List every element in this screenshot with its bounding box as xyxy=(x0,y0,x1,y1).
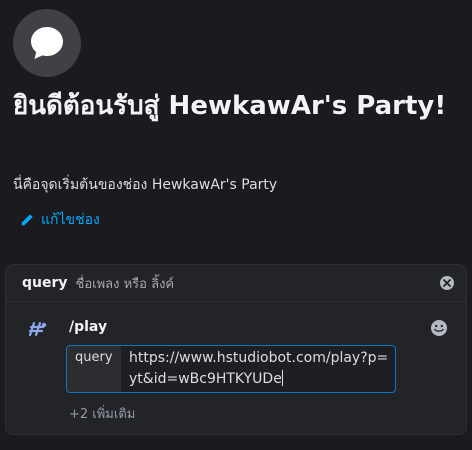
query-label: query xyxy=(67,346,121,392)
option-description: ชื่อเพลง หรือ ลิ้งค์ xyxy=(75,276,175,292)
channel-icon xyxy=(13,9,81,77)
text-cursor xyxy=(281,370,283,386)
slash-command-panel: query ชื่อเพลง หรือ ลิ้งค์ /play query h… xyxy=(5,264,467,435)
more-options-link[interactable]: +2 เพิ่มเติม xyxy=(69,403,135,424)
edit-channel-label: แก้ไขช่อง xyxy=(41,212,100,228)
edit-channel-link[interactable]: แก้ไขช่อง xyxy=(20,209,100,231)
chat-bubble-icon xyxy=(31,27,63,59)
welcome-description: นี่คือจุดเริ่มต้นของช่อง HewkawAr's Part… xyxy=(13,177,278,193)
welcome-title: ยินดีต้อนรับสู่ HewkawAr's Party! xyxy=(13,91,447,121)
option-name: query xyxy=(22,275,68,291)
bot-avatar-icon xyxy=(28,321,47,337)
pencil-icon xyxy=(21,214,33,226)
query-value[interactable]: https://www.hstudiobot.com/play?p=yt&id=… xyxy=(129,350,388,387)
option-header: query ชื่อเพลง หรือ ลิ้งค์ xyxy=(6,265,466,302)
close-icon[interactable] xyxy=(440,276,454,290)
command-name: /play xyxy=(69,319,108,335)
query-value-wrap[interactable]: https://www.hstudiobot.com/play?p=yt&id=… xyxy=(121,346,395,392)
emoji-icon[interactable] xyxy=(430,319,448,337)
query-input[interactable]: query https://www.hstudiobot.com/play?p=… xyxy=(66,345,396,393)
